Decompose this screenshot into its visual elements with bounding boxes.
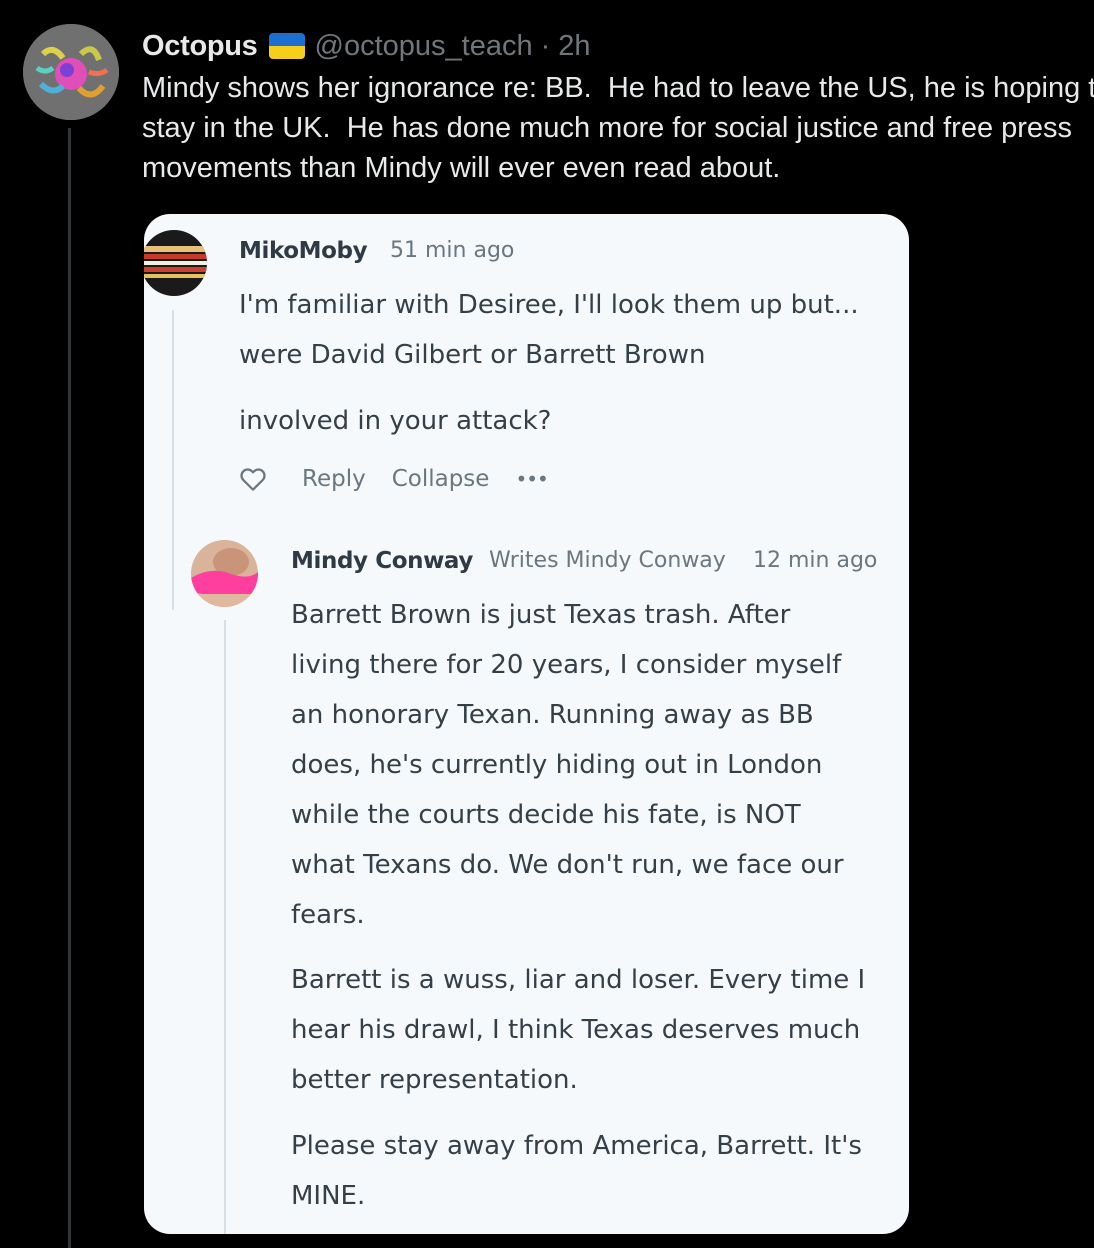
striped-avatar-image	[144, 230, 207, 296]
mikomoby-avatar	[144, 230, 207, 296]
comment-time: 51 min ago	[390, 238, 515, 263]
tweet-header: Octopus @octopus_teach · 2h	[142, 26, 591, 66]
comment-actions: Reply Collapse •••	[238, 462, 549, 496]
author-avatar[interactable]	[23, 24, 119, 120]
comment-line: what Texans do. We don't run, we face ou…	[291, 850, 844, 880]
comment-line: involved in your attack?	[239, 406, 552, 436]
comment-thread-line	[172, 310, 174, 610]
comment-line: fears.	[291, 900, 365, 930]
author-display-name[interactable]: Octopus	[142, 30, 258, 63]
comment-paragraph: Please stay away from America, Barrett. …	[291, 1121, 862, 1221]
comment-time: 12 min ago	[753, 548, 878, 573]
tweet-timestamp[interactable]: 2h	[558, 30, 590, 63]
reply-button[interactable]: Reply	[302, 466, 366, 492]
ukraine-flag-icon	[268, 33, 305, 59]
comment-paragraph: Barrett Brown is just Texas trash. After…	[291, 590, 844, 940]
tweet-text-line: Mindy shows her ignorance re: BB. He had…	[142, 72, 1094, 104]
mindy-conway-avatar	[191, 540, 258, 607]
pink-avatar-image	[191, 540, 258, 607]
comment-line: Please stay away from America, Barrett. …	[291, 1131, 862, 1161]
comment-line: better representation.	[291, 1065, 578, 1095]
comment-paragraph: Barrett is a wuss, liar and loser. Every…	[291, 955, 865, 1105]
tweet-text-line: movements than Mindy will ever even read…	[142, 152, 781, 184]
embedded-screenshot[interactable]: MikoMoby 51 min ago I'm familiar with De…	[144, 214, 909, 1234]
tweet-text: Mindy shows her ignorance re: BB. He had…	[142, 68, 1094, 188]
comment-line: while the courts decide his fate, is NOT	[291, 800, 801, 830]
heart-icon[interactable]	[238, 464, 268, 494]
comment-line: living there for 20 years, I consider my…	[291, 650, 842, 680]
comment-line: does, he's currently hiding out in Londo…	[291, 750, 823, 780]
octopus-avatar-image	[23, 24, 119, 120]
more-options-icon[interactable]: •••	[515, 467, 548, 491]
comment-author-mindy-conway[interactable]: Mindy Conway	[291, 548, 473, 574]
comment-body: I'm familiar with Desiree, I'll look the…	[239, 280, 859, 380]
tweet-text-line: stay in the UK. He has done much more fo…	[142, 112, 1073, 144]
comment-line: Barrett Brown is just Texas trash. After	[291, 600, 791, 630]
comment-author-subtitle: Writes Mindy Conway	[489, 548, 726, 573]
comment-line: MINE.	[291, 1181, 366, 1211]
comment-line: Barrett is a wuss, liar and loser. Every…	[291, 965, 866, 995]
separator-dot: ·	[540, 29, 551, 62]
comment-author-mikomoby[interactable]: MikoMoby	[239, 238, 368, 264]
author-handle[interactable]: @octopus_teach	[315, 30, 533, 63]
comment-line: hear his drawl, I think Texas deserves m…	[291, 1015, 861, 1045]
comment-line: were David Gilbert or Barrett Brown	[239, 340, 706, 370]
comment-thread-line	[224, 620, 226, 1234]
collapse-button[interactable]: Collapse	[392, 466, 490, 492]
thread-connector-line	[68, 128, 71, 1248]
comment-line: I'm familiar with Desiree, I'll look the…	[239, 290, 859, 320]
comment-line: an honorary Texan. Running away as BB	[291, 700, 814, 730]
